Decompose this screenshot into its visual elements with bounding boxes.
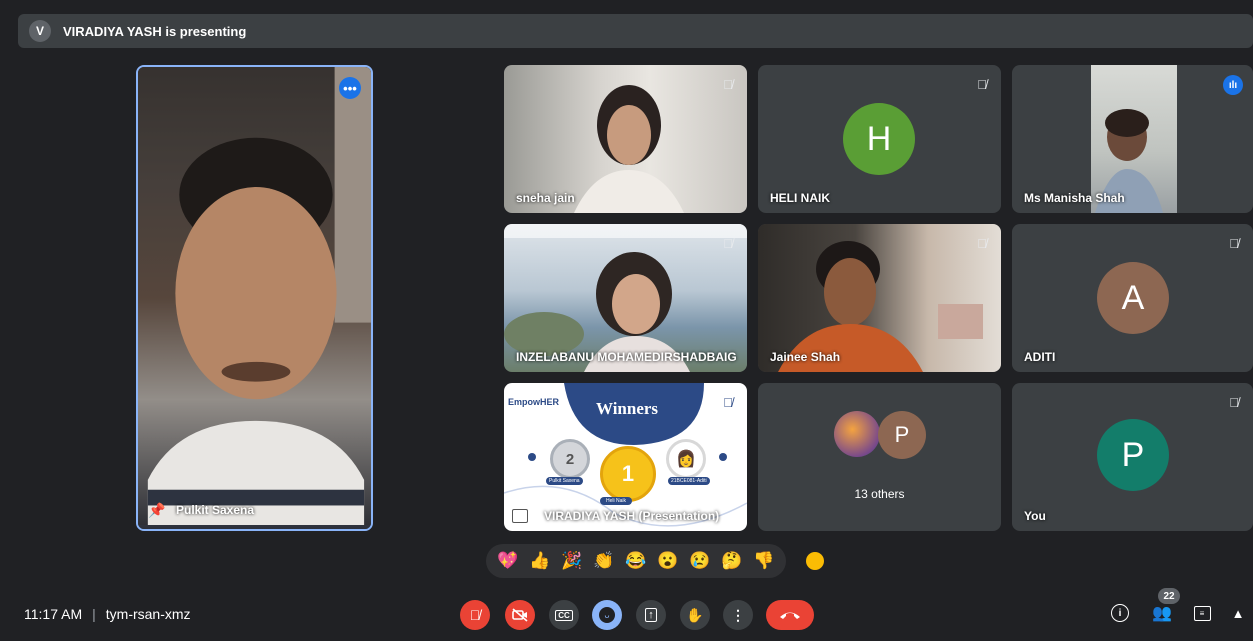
slide-title: Winners (596, 399, 659, 418)
participant-tile-heli[interactable]: H 🎙̸ HELI NAIK (758, 65, 1001, 213)
slide-prev-icon (528, 453, 536, 461)
reactions-button[interactable]: ᴗ (592, 600, 622, 630)
third-place-medal: 👩 (666, 439, 706, 479)
avatar: P (878, 411, 926, 459)
mic-off-icon: 🎙̸ (723, 394, 733, 410)
reaction-laugh-icon[interactable]: 😂 (623, 548, 649, 574)
participant-name: You (1024, 509, 1046, 523)
participant-silhouette (138, 67, 371, 526)
participant-name: Ms Manisha Shah (1024, 191, 1125, 205)
reaction-thumbs-up-icon[interactable]: 👍 (527, 548, 553, 574)
hand-icon: ✋ (686, 606, 704, 623)
reaction-thinking-icon[interactable]: 🤔 (719, 548, 745, 574)
emoji-icon: ᴗ (599, 607, 615, 623)
second-place-medal: 2 (550, 439, 590, 479)
reaction-clap-icon[interactable]: 👏 (591, 548, 617, 574)
meeting-code: tym-rsan-xmz (105, 606, 191, 622)
winner-label-1: Heli Naik (600, 497, 633, 505)
mic-off-icon: 🎙̸ (977, 76, 987, 92)
info-icon: i (1111, 604, 1129, 622)
activities-button[interactable]: ▲ (1226, 601, 1250, 625)
mic-off-icon: 🎙̸ (1229, 394, 1239, 410)
participant-tile-aditi[interactable]: A 🎙̸ ADITI (1012, 224, 1253, 372)
activities-icon: ▲ (1231, 605, 1245, 621)
present-now-button[interactable]: ↑ (636, 600, 666, 630)
speaking-indicator-icon: ılı (1223, 75, 1243, 95)
mic-off-icon: 🎙̸ (1229, 235, 1239, 251)
reaction-party-icon[interactable]: 🎉 (559, 548, 585, 574)
first-place-medal: 1 (600, 446, 656, 502)
participant-name: sneha jain (516, 191, 575, 205)
avatar: P (1097, 419, 1169, 491)
meeting-info: 11:17 AM | tym-rsan-xmz (24, 606, 191, 622)
participant-name: INZELABANU MOHAMEDIRSHADBAIG (516, 350, 737, 364)
participant-tile-manisha[interactable]: ılı Ms Manisha Shah (1012, 65, 1253, 213)
participant-name: Pulkit Saxena (176, 503, 255, 517)
participant-tile-jainee[interactable]: 🎙̸ Jainee Shah (758, 224, 1001, 372)
separator: | (92, 606, 96, 622)
camera-off-icon (512, 608, 528, 622)
more-options-button[interactable]: ⋮ (723, 600, 753, 630)
present-icon (512, 509, 528, 523)
participant-name: Jainee Shah (770, 350, 841, 364)
camera-toggle-button[interactable] (505, 600, 535, 630)
more-vert-icon: ⋮ (731, 606, 745, 623)
captions-icon: CC (555, 609, 573, 621)
presenting-text: VIRADIYA YASH is presenting (63, 23, 247, 39)
reaction-surprised-icon[interactable]: 😮 (655, 548, 681, 574)
people-count-badge: 22 (1158, 588, 1180, 604)
pin-icon: 📌 (148, 502, 166, 518)
more-options-icon[interactable]: ••• (339, 77, 361, 99)
captions-button[interactable]: CC (549, 600, 579, 630)
chat-icon: ≡ (1193, 605, 1211, 621)
mic-off-icon: 🎙̸ (723, 76, 733, 92)
leave-call-button[interactable] (766, 600, 814, 630)
avatar: H (843, 103, 915, 175)
slide-brand: EmpowHER (508, 397, 560, 407)
mic-off-icon: 🎙̸ (977, 235, 987, 251)
raise-hand-button[interactable]: ✋ (680, 600, 710, 630)
presenting-banner: V VIRADIYA YASH is presenting (18, 14, 1253, 48)
presenter-avatar: V (29, 20, 51, 42)
chat-button[interactable]: ≡ (1190, 601, 1214, 625)
mic-toggle-button[interactable]: 🎙̸ (460, 600, 490, 630)
people-button[interactable]: 👥 (1150, 601, 1174, 625)
meeting-details-button[interactable]: i (1108, 601, 1132, 625)
reaction-thumbs-down-icon[interactable]: 👎 (751, 548, 777, 574)
skin-tone-selector[interactable] (806, 552, 824, 570)
participant-name: ADITI (1024, 350, 1056, 364)
avatar: A (1097, 262, 1169, 334)
presentation-tile[interactable]: EmpowHER Winners 2 1 👩 Pulkit Saxena Hel… (504, 383, 747, 531)
reaction-heart-icon[interactable]: 💖 (495, 548, 521, 574)
self-tile[interactable]: P 🎙̸ You (1012, 383, 1253, 531)
slide-next-icon (719, 453, 727, 461)
participant-name: VIRADIYA YASH (Presentation) (544, 509, 720, 523)
mic-off-icon: 🎙̸ (469, 607, 481, 623)
winner-label-3: 21BCE081-Aditi (668, 477, 710, 485)
reactions-bar: 💖 👍 🎉 👏 😂 😮 😢 🤔 👎 (486, 544, 786, 578)
people-icon: 👥 (1152, 605, 1172, 622)
mic-off-icon: 🎙̸ (723, 235, 733, 251)
others-tile[interactable]: P 13 others (758, 383, 1001, 531)
participant-name: HELI NAIK (770, 191, 830, 205)
clock-time: 11:17 AM (24, 606, 83, 622)
present-icon: ↑ (645, 608, 657, 622)
end-call-icon (780, 612, 800, 619)
participant-tile-inzela[interactable]: 🎙̸ INZELABANU MOHAMEDIRSHADBAIG (504, 224, 747, 372)
avatar (834, 411, 880, 457)
winner-label-2: Pulkit Saxena (546, 477, 583, 485)
participant-tile-sneha[interactable]: 🎙̸ sneha jain (504, 65, 747, 213)
pinned-participant-tile[interactable]: ••• 📌 Pulkit Saxena (136, 65, 373, 531)
reaction-sad-icon[interactable]: 😢 (687, 548, 713, 574)
others-label: 13 others (854, 487, 905, 501)
